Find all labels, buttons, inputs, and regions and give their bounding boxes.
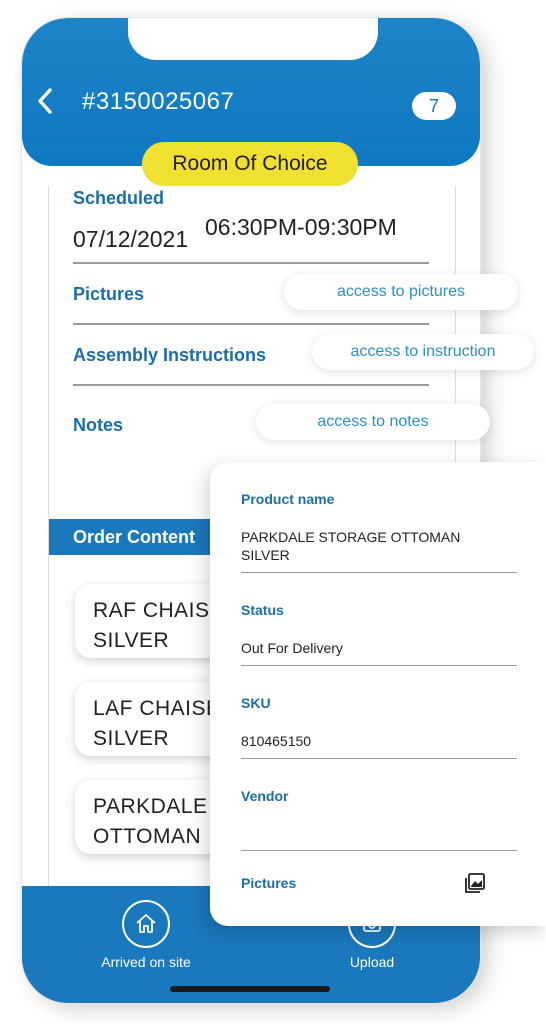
scheduled-time: 06:30PM-09:30PM xyxy=(205,214,397,240)
panel-pictures-label: Pictures xyxy=(241,875,297,891)
scheduled-label: Scheduled xyxy=(73,188,165,208)
status-label: Status xyxy=(241,602,284,618)
upload-label: Upload xyxy=(349,954,395,970)
item-count-badge: 7 xyxy=(412,92,456,120)
divider xyxy=(241,572,517,573)
callout-instruction: access to instruction xyxy=(312,334,534,370)
chevron-left-icon xyxy=(38,88,52,114)
home-icon xyxy=(136,914,156,933)
arrived-label: Arrived on site xyxy=(101,954,191,970)
sku-value: 810465150 xyxy=(241,733,312,749)
product-name-label: Product name xyxy=(241,491,335,507)
divider xyxy=(73,384,429,386)
arrived-on-site-button[interactable]: Arrived on site xyxy=(76,900,216,970)
divider xyxy=(241,850,517,851)
back-button[interactable] xyxy=(34,86,60,116)
home-indicator xyxy=(170,986,330,992)
scheduled-date: 07/12/2021 xyxy=(73,226,189,252)
divider xyxy=(73,323,429,325)
status-value: Out For Delivery xyxy=(241,640,343,656)
callout-notes: access to notes xyxy=(256,404,490,440)
product-name-value: PARKDALE STORAGE OTTOMAN SILVER xyxy=(241,529,461,563)
product-detail-panel: Product name PARKDALE STORAGE OTTOMAN SI… xyxy=(210,462,546,926)
room-badge: Room Of Choice xyxy=(142,142,358,186)
assembly-instructions-link[interactable]: Assembly Instructions xyxy=(73,345,266,366)
notes-link[interactable]: Notes xyxy=(73,415,123,436)
divider xyxy=(241,758,517,759)
gallery-icon[interactable] xyxy=(464,872,486,894)
callout-pictures: access to pictures xyxy=(284,274,518,310)
home-icon-circle xyxy=(122,900,170,948)
pictures-link[interactable]: Pictures xyxy=(73,284,144,305)
vendor-label: Vendor xyxy=(241,788,289,804)
divider xyxy=(73,262,429,264)
divider xyxy=(241,665,517,666)
sku-label: SKU xyxy=(241,695,271,711)
device-notch xyxy=(128,18,378,60)
order-number-title: #3150025067 xyxy=(82,88,235,115)
